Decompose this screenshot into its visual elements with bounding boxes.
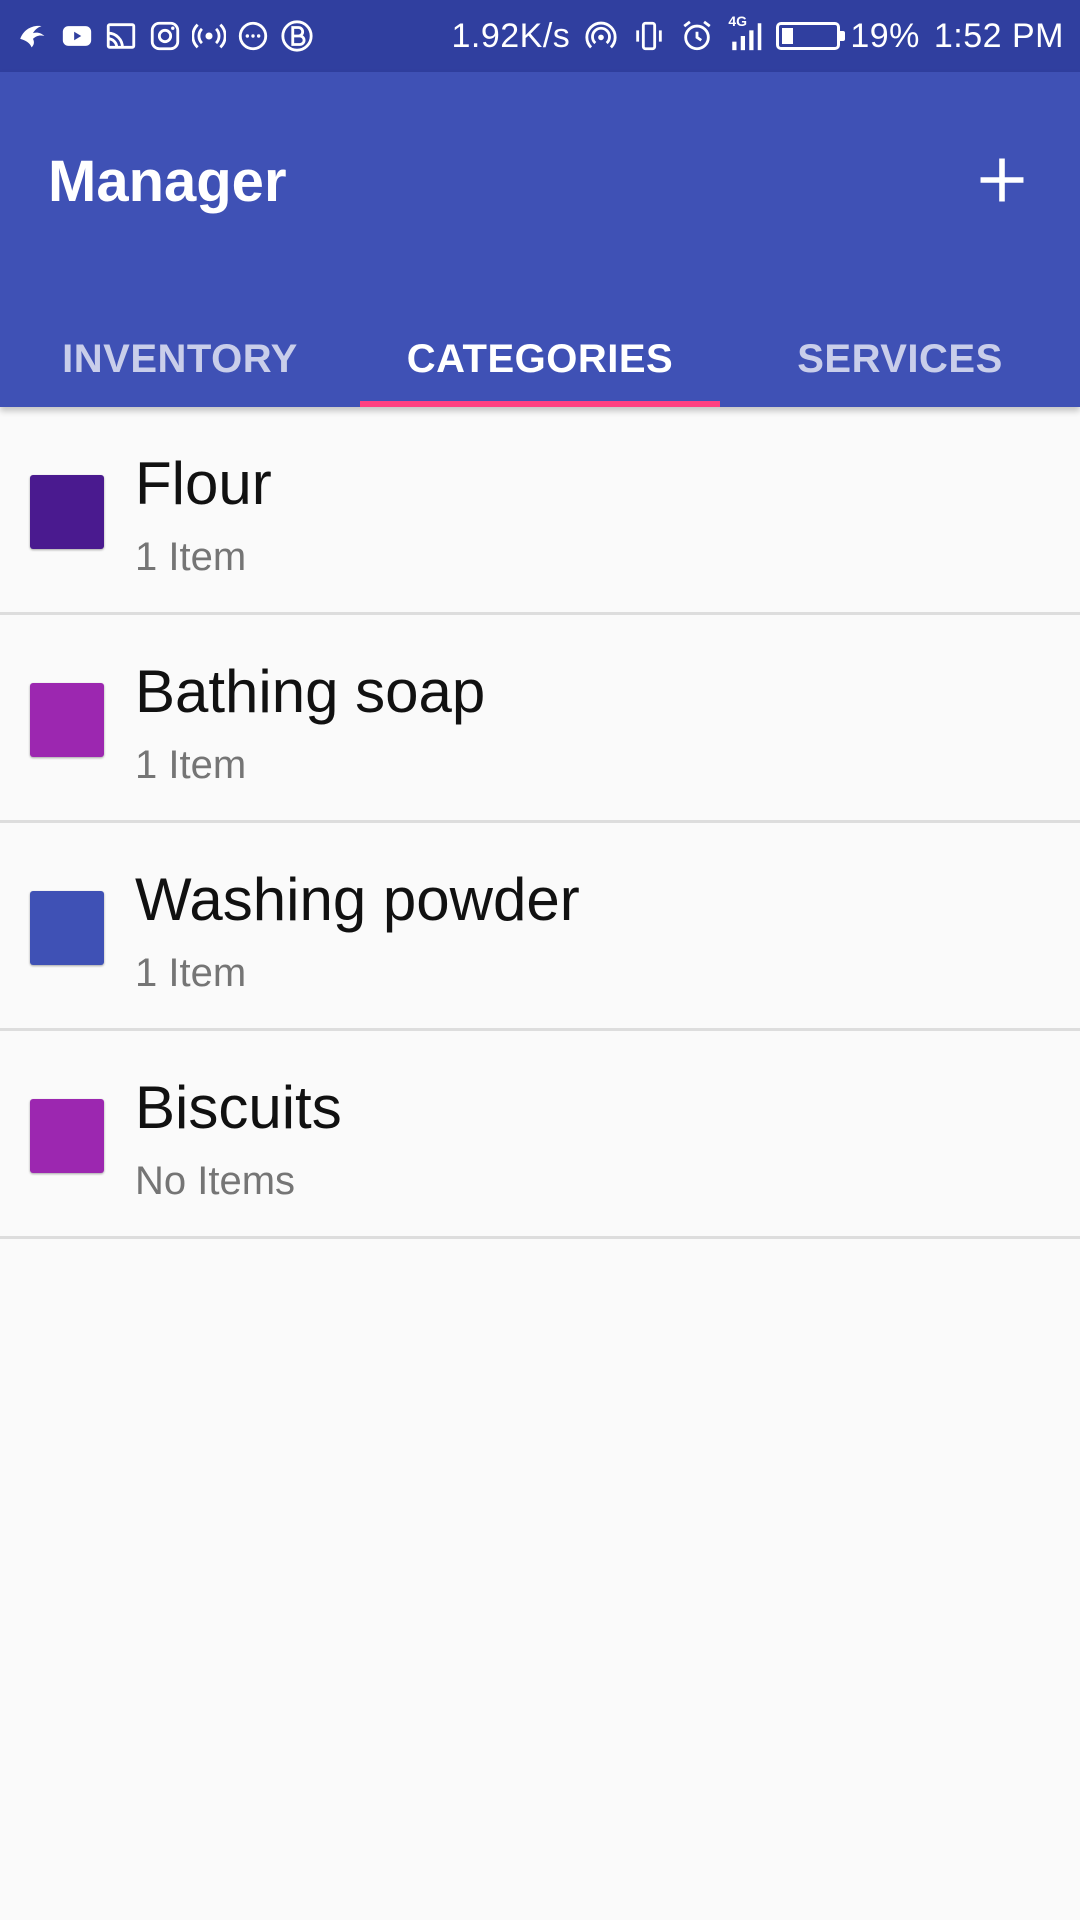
battery-percent: 19%	[850, 16, 920, 55]
tab-label: SERVICES	[797, 337, 1003, 381]
category-item-count: 1 Item	[135, 743, 247, 787]
cast-icon	[104, 19, 138, 53]
b-app-icon	[280, 19, 314, 53]
app-title: Manager	[48, 149, 287, 214]
system-status: 1.92K/s 4G 19% 1:52 PM	[451, 13, 1065, 56]
app-bird-icon	[16, 19, 50, 53]
tab-label: INVENTORY	[62, 337, 298, 381]
youtube-icon	[60, 19, 94, 53]
category-name: Washing powder	[135, 866, 580, 933]
tab-categories[interactable]: CATEGORIES	[360, 312, 720, 407]
broadcast-icon	[192, 19, 226, 53]
add-category-button[interactable]	[964, 142, 1040, 218]
battery-icon	[776, 22, 846, 50]
category-item-count: No Items	[135, 1159, 296, 1203]
category-color-swatch	[30, 1099, 104, 1173]
list-item[interactable]: Biscuits No Items	[0, 1031, 1080, 1239]
category-item-count: 1 Item	[135, 535, 247, 579]
alarm-icon	[680, 19, 714, 53]
tab-services[interactable]: SERVICES	[720, 312, 1080, 407]
tab-inventory[interactable]: INVENTORY	[0, 312, 360, 407]
messenger-icon	[236, 19, 270, 53]
network-type: 4G	[728, 13, 747, 29]
signal-icon: 4G	[728, 13, 762, 53]
instagram-icon	[148, 19, 182, 53]
tab-bar: INVENTORY CATEGORIES SERVICES	[0, 312, 1080, 407]
category-name: Flour	[135, 450, 272, 517]
app-bar: Manager INVENTORY CATEGORIES SERVICES	[0, 72, 1080, 407]
vibrate-icon	[632, 19, 666, 53]
tab-label: CATEGORIES	[406, 337, 674, 381]
category-color-swatch	[30, 475, 104, 549]
network-speed: 1.92K/s	[451, 16, 571, 55]
category-item-count: 1 Item	[135, 951, 247, 995]
list-item[interactable]: Flour 1 Item	[0, 407, 1080, 615]
hotspot-icon	[584, 19, 618, 53]
notification-icons	[16, 19, 314, 53]
clock: 1:52 PM	[933, 16, 1064, 55]
category-color-swatch	[30, 891, 104, 965]
list-item[interactable]: Washing powder 1 Item	[0, 823, 1080, 1031]
list-item[interactable]: Bathing soap 1 Item	[0, 615, 1080, 823]
category-list: Flour 1 Item Bathing soap 1 Item Washing…	[0, 407, 1080, 1239]
plus-icon	[980, 158, 1024, 202]
category-name: Biscuits	[135, 1074, 342, 1141]
category-color-swatch	[30, 683, 104, 757]
category-name: Bathing soap	[135, 658, 486, 725]
battery-indicator: 19%	[776, 17, 920, 56]
status-bar: 1.92K/s 4G 19% 1:52 PM	[0, 0, 1080, 72]
battery-fill	[782, 28, 794, 44]
